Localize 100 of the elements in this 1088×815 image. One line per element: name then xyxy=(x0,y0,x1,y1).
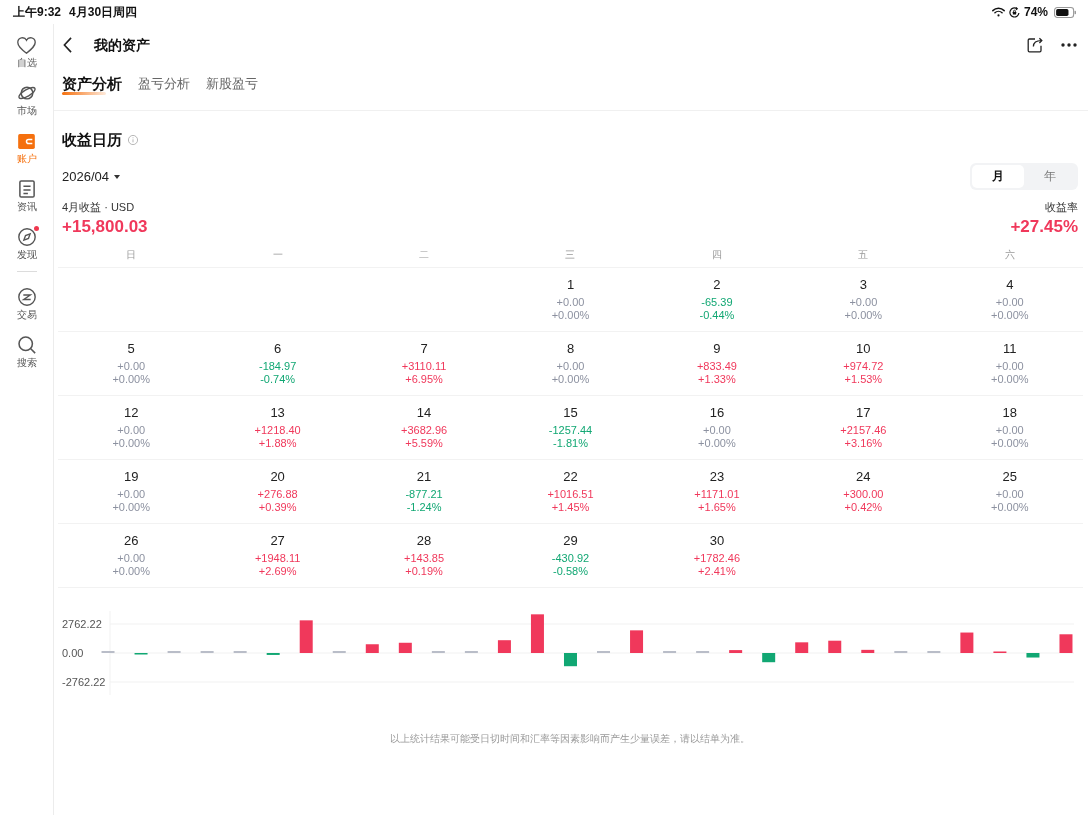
daily-profit: +0.00 xyxy=(703,424,731,437)
document-icon xyxy=(18,180,35,198)
daily-return: -0.44% xyxy=(699,309,735,322)
daily-profit: +1218.40 xyxy=(254,424,301,437)
chart-bar xyxy=(299,620,313,653)
status-time: 上午9:32 xyxy=(13,5,62,19)
weekday-label: 日 xyxy=(126,249,137,261)
heart-icon xyxy=(17,36,36,54)
chart-bar xyxy=(630,630,644,653)
daily-return: -0.58% xyxy=(553,565,588,578)
rotation-lock-icon xyxy=(1008,6,1020,18)
daily-return: +0.00% xyxy=(990,373,1029,386)
daily-profit: +0.00 xyxy=(849,296,878,309)
rate-value: +27.45% xyxy=(1010,216,1078,238)
period-option[interactable]: 月 xyxy=(972,165,1024,188)
daily-return: +2.69% xyxy=(258,565,297,578)
daily-profit: +1171.01 xyxy=(694,488,740,501)
date-number: 7 xyxy=(420,341,428,357)
daily-return: +0.00% xyxy=(844,309,883,322)
daily-profit: +833.49 xyxy=(696,360,737,373)
daily-profit: +0.00 xyxy=(117,488,146,501)
daily-return: -0.74% xyxy=(260,373,296,386)
date-number: 4 xyxy=(1006,277,1014,293)
daily-profit: +0.00 xyxy=(556,296,585,309)
daily-profit: +3682.96 xyxy=(400,424,448,437)
chart-bar xyxy=(564,653,577,667)
daily-return: +0.00% xyxy=(698,437,736,450)
daily-profit: +3110.11 xyxy=(401,360,447,373)
daily-return: +0.00% xyxy=(112,373,150,386)
sidebar-item[interactable]: 发现 xyxy=(14,226,39,262)
chart-bar xyxy=(795,642,809,653)
date-number: 24 xyxy=(856,469,871,485)
month-selector[interactable]: 2026/04 xyxy=(62,167,120,186)
daily-return: +0.19% xyxy=(405,565,443,578)
chart-bar xyxy=(828,640,842,653)
chevron-left-icon xyxy=(63,37,72,53)
date-number: 23 xyxy=(709,469,725,485)
date-number: 8 xyxy=(566,341,575,357)
date-number: 10 xyxy=(856,341,871,357)
daily-return: -1.81% xyxy=(553,437,588,450)
sidebar-item[interactable]: 资讯 xyxy=(14,178,39,214)
more-button[interactable] xyxy=(1061,43,1077,47)
daily-profit: +300.00 xyxy=(843,488,884,501)
date-number: 19 xyxy=(123,469,139,485)
daily-profit: -877.21 xyxy=(405,488,443,501)
daily-profit: +0.00 xyxy=(995,488,1024,501)
wallet-icon xyxy=(18,133,35,149)
date-number: 22 xyxy=(563,469,578,485)
battery-percent: 74% xyxy=(1023,5,1048,19)
axis-label: -2762.22 xyxy=(62,676,106,688)
sidebar-item[interactable]: 自选 xyxy=(14,34,39,70)
date-number: 13 xyxy=(270,405,285,421)
date-number: 28 xyxy=(416,533,432,549)
date-number: 2 xyxy=(713,277,721,293)
daily-profit: +0.00 xyxy=(117,360,146,373)
share-button[interactable] xyxy=(1027,37,1043,53)
date-number: 25 xyxy=(1002,469,1017,485)
date-number: 29 xyxy=(563,533,578,549)
daily-return: +0.42% xyxy=(844,501,883,514)
daily-return: -1.24% xyxy=(406,501,442,514)
income-label: 4月收益 · USD xyxy=(62,200,135,215)
sidebar-item[interactable]: 搜索 xyxy=(14,334,39,370)
back-button[interactable] xyxy=(63,37,72,53)
compass-icon xyxy=(17,228,36,246)
daily-profit: +0.00 xyxy=(556,360,585,373)
sidebar-item[interactable]: 市场 xyxy=(14,82,39,118)
daily-profit: +0.00 xyxy=(995,296,1024,309)
tab[interactable]: 新股盈亏 xyxy=(206,72,258,96)
rate-label: 收益率 xyxy=(1045,200,1078,215)
date-number: 27 xyxy=(270,533,285,549)
daily-return: +0.00% xyxy=(990,501,1029,514)
date-number: 6 xyxy=(274,341,282,357)
page-title: 我的资产 xyxy=(94,36,150,55)
date-number: 20 xyxy=(270,469,285,485)
chart-bar xyxy=(729,650,743,653)
share-icon xyxy=(1027,37,1043,53)
battery-icon xyxy=(1054,6,1076,18)
period-option[interactable]: 年 xyxy=(1024,165,1076,188)
date-number: 30 xyxy=(709,533,725,549)
tab[interactable]: 资产分析 xyxy=(62,72,122,96)
daily-profit: +276.88 xyxy=(257,488,298,501)
daily-return: +0.00% xyxy=(990,309,1029,322)
date-number: 14 xyxy=(416,405,432,421)
daily-return: +0.39% xyxy=(258,501,297,514)
date-number: 5 xyxy=(127,341,135,357)
sidebar-item[interactable]: 交易 xyxy=(14,286,39,322)
status-date: 4月30日周四 xyxy=(69,5,138,19)
date-number: 11 xyxy=(1003,341,1017,357)
search-icon xyxy=(17,336,36,354)
date-number: 1 xyxy=(566,277,575,293)
z-circle-icon xyxy=(17,288,36,306)
daily-profit: -430.92 xyxy=(551,552,590,565)
weekday-label: 五 xyxy=(858,249,869,261)
tab[interactable]: 盈亏分析 xyxy=(138,72,190,96)
chart-bar xyxy=(762,653,776,663)
daily-return: +1.45% xyxy=(551,501,590,514)
daily-profit: +1016.51 xyxy=(547,488,594,501)
chart-bar xyxy=(530,614,544,653)
daily-profit: -65.39 xyxy=(701,296,733,309)
chart-bar xyxy=(497,640,511,653)
